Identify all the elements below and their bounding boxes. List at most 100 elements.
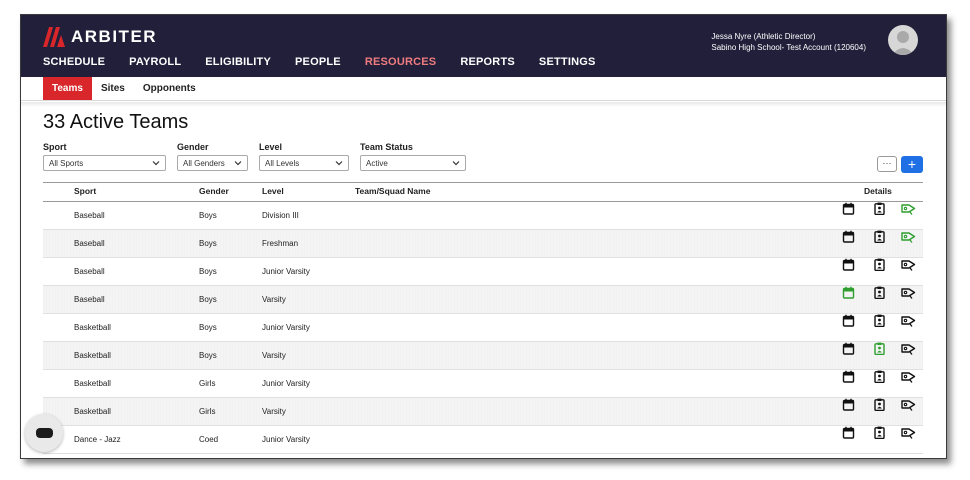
tag-icon[interactable]	[901, 286, 916, 299]
avatar[interactable]	[888, 25, 918, 55]
row-level: Varsity	[262, 407, 286, 416]
nav-settings[interactable]: SETTINGS	[539, 56, 596, 68]
sport-select[interactable]: All Sports	[43, 155, 166, 171]
calendar-icon[interactable]	[842, 230, 855, 243]
roster-icon[interactable]	[873, 398, 886, 412]
nav-people[interactable]: PEOPLE	[295, 56, 341, 68]
calendar-icon[interactable]	[842, 314, 855, 327]
calendar-icon[interactable]	[842, 370, 855, 383]
arbiter-logo-icon	[43, 27, 65, 47]
gender-select-value: All Genders	[183, 158, 225, 168]
teams-table: Sport Gender Level Team/Squad Name Detai…	[43, 182, 923, 454]
row-sport: Basketball	[74, 351, 111, 360]
roster-icon[interactable]	[873, 342, 886, 356]
arbiter-logo[interactable]: ARBITER	[43, 26, 157, 48]
add-team-button[interactable]: +	[901, 156, 923, 173]
app-window: ARBITER SCHEDULE PAYROLL ELIGIBILITY PEOPLE…	[20, 14, 947, 459]
subnav-shadow	[21, 102, 946, 107]
row-sport: Baseball	[74, 267, 105, 276]
calendar-icon[interactable]	[842, 258, 855, 271]
top-header: ARBITER SCHEDULE PAYROLL ELIGIBILITY PEOPLE…	[21, 15, 946, 77]
calendar-icon[interactable]	[842, 398, 855, 411]
calendar-icon[interactable]	[842, 286, 855, 299]
roster-icon[interactable]	[873, 370, 886, 384]
table-row[interactable]: Baseball Boys Division III	[43, 202, 923, 230]
table-row[interactable]: Dance - Jazz Coed Junior Varsity	[43, 426, 923, 454]
header-gender[interactable]: Gender	[199, 183, 229, 199]
table-header: Sport Gender Level Team/Squad Name Detai…	[43, 182, 923, 202]
tab-teams[interactable]: Teams	[43, 77, 92, 100]
more-options-button[interactable]: ···	[877, 156, 897, 172]
tag-icon[interactable]	[901, 230, 916, 243]
tag-icon[interactable]	[901, 202, 916, 215]
nav-payroll[interactable]: PAYROLL	[129, 56, 181, 68]
brand-name: ARBITER	[71, 27, 158, 46]
tag-icon[interactable]	[901, 426, 916, 439]
roster-icon[interactable]	[873, 426, 886, 440]
table-row[interactable]: Baseball Boys Varsity	[43, 286, 923, 314]
nav-reports[interactable]: REPORTS	[460, 56, 515, 68]
status-select-value: Active	[366, 158, 388, 168]
roster-icon[interactable]	[873, 286, 886, 300]
gender-filter-label: Gender	[177, 142, 209, 152]
roster-icon[interactable]	[873, 202, 886, 216]
row-sport: Baseball	[74, 239, 105, 248]
status-filter: Team Status Active	[360, 142, 466, 171]
row-level: Junior Varsity	[262, 267, 310, 276]
table-row[interactable]: Baseball Boys Junior Varsity	[43, 258, 923, 286]
gender-select[interactable]: All Genders	[177, 155, 248, 171]
header-team-name[interactable]: Team/Squad Name	[355, 183, 430, 199]
tag-icon[interactable]	[901, 258, 916, 271]
chevron-down-icon	[452, 161, 460, 166]
table-row[interactable]: Baseball Boys Freshman	[43, 230, 923, 258]
tab-opponents[interactable]: Opponents	[134, 77, 205, 100]
calendar-icon[interactable]	[842, 342, 855, 355]
table-row[interactable]: Basketball Girls Varsity	[43, 398, 923, 426]
row-gender: Boys	[199, 323, 217, 332]
sport-select-value: All Sports	[49, 158, 84, 168]
row-level: Junior Varsity	[262, 379, 310, 388]
table-row[interactable]: Basketball Girls Junior Varsity	[43, 370, 923, 398]
row-sport: Dance - Jazz	[74, 435, 121, 444]
tag-icon[interactable]	[901, 370, 916, 383]
roster-icon[interactable]	[873, 230, 886, 244]
row-gender: Boys	[199, 267, 217, 276]
sport-filter-label: Sport	[43, 142, 67, 152]
nav-resources[interactable]: RESOURCES	[365, 56, 436, 68]
sport-filter: Sport All Sports	[43, 142, 166, 171]
header-level[interactable]: Level	[262, 183, 284, 199]
header-details: Details	[864, 186, 892, 196]
level-select[interactable]: All Levels	[259, 155, 349, 171]
nav-eligibility[interactable]: ELIGIBILITY	[205, 56, 271, 68]
row-gender: Boys	[199, 239, 217, 248]
row-sport: Basketball	[74, 407, 111, 416]
chat-icon	[36, 428, 53, 438]
tag-icon[interactable]	[901, 398, 916, 411]
roster-icon[interactable]	[873, 314, 886, 328]
row-sport: Basketball	[74, 379, 111, 388]
row-level: Division III	[262, 211, 299, 220]
row-gender: Coed	[199, 435, 219, 444]
user-avatar-icon	[892, 31, 914, 55]
status-select[interactable]: Active	[360, 155, 466, 171]
nav-schedule[interactable]: SCHEDULE	[43, 56, 105, 68]
chat-button[interactable]	[25, 414, 63, 452]
header-sport[interactable]: Sport	[74, 183, 96, 199]
tab-sites[interactable]: Sites	[92, 77, 134, 100]
table-body: Baseball Boys Division III Baseball Boys Fres…	[43, 202, 923, 454]
roster-icon[interactable]	[873, 258, 886, 272]
table-row[interactable]: Basketball Boys Junior Varsity	[43, 314, 923, 342]
row-sport: Baseball	[74, 295, 105, 304]
row-level: Freshman	[262, 239, 299, 248]
tag-icon[interactable]	[901, 342, 916, 355]
calendar-icon[interactable]	[842, 202, 855, 215]
row-level: Varsity	[262, 295, 286, 304]
row-gender: Boys	[199, 351, 217, 360]
gender-filter: Gender All Genders	[177, 142, 248, 171]
user-info[interactable]: Jessa Nyre (Athletic Director) Sabino Hi…	[711, 31, 866, 53]
level-filter: Level All Levels	[259, 142, 349, 171]
tag-icon[interactable]	[901, 314, 916, 327]
table-row[interactable]: Basketball Boys Varsity	[43, 342, 923, 370]
calendar-icon[interactable]	[842, 426, 855, 439]
row-level: Junior Varsity	[262, 435, 310, 444]
